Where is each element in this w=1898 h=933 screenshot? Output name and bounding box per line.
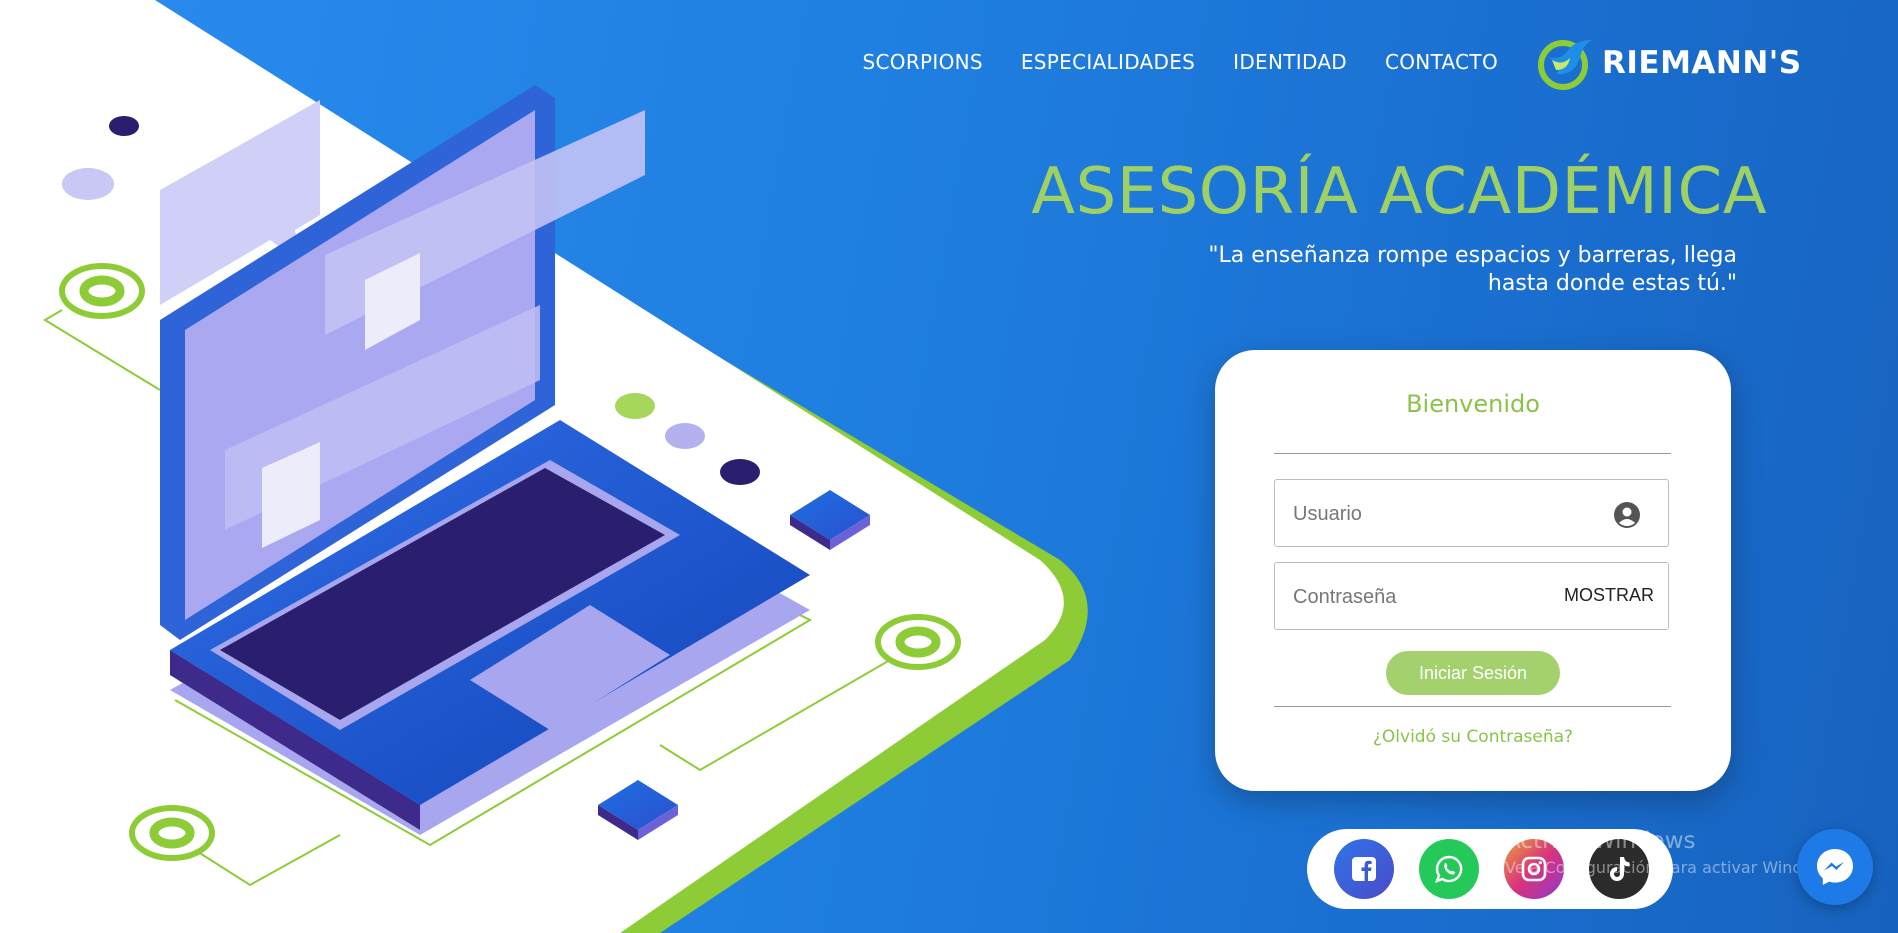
brand-name: RIEMANN'S [1602, 45, 1802, 81]
username-field[interactable] [1274, 479, 1669, 548]
messenger-chat-button[interactable] [1797, 829, 1873, 905]
username-input[interactable] [1291, 480, 1575, 548]
hero-quote-line-1: "La enseñanza rompe espacios y barreras,… [1208, 243, 1737, 268]
nav-link-especialidades[interactable]: ESPECIALIDADES [1021, 50, 1195, 74]
password-field[interactable]: MOSTRAR [1274, 562, 1669, 631]
hero-quote: "La enseñanza rompe espacios y barreras,… [1177, 242, 1737, 298]
nav-link-identidad[interactable]: IDENTIDAD [1233, 50, 1347, 74]
watermark-line-2: Ve a Configuración para activar Windows. [1505, 858, 1839, 877]
brand-logo[interactable]: RIEMANN'S [1538, 36, 1802, 90]
login-divider-top [1274, 453, 1671, 454]
windows-activation-watermark: Activar Windows Ve a Configuración para … [1505, 828, 1839, 877]
facebook-button[interactable] [1334, 839, 1394, 899]
forgot-password-link[interactable]: ¿Olvidó su Contraseña? [1215, 727, 1731, 747]
show-password-button[interactable]: MOSTRAR [1564, 585, 1654, 606]
login-submit-button[interactable]: Iniciar Sesión [1386, 651, 1560, 695]
nav-link-contacto[interactable]: CONTACTO [1385, 50, 1498, 74]
main-nav: SCORPIONS ESPECIALIDADES IDENTIDAD CONTA… [863, 50, 1498, 74]
laptop-illustration [0, 0, 1088, 933]
brand-bird-icon [1538, 40, 1592, 90]
whatsapp-icon [1434, 855, 1463, 884]
watermark-line-1: Activar Windows [1505, 828, 1696, 854]
whatsapp-button[interactable] [1419, 839, 1479, 899]
hero-title: ASESORÍA ACADÉMICA [1031, 155, 1767, 229]
user-circle-icon [1614, 502, 1640, 528]
login-title: Bienvenido [1406, 390, 1540, 418]
nav-link-scorpions[interactable]: SCORPIONS [863, 50, 983, 74]
messenger-icon [1817, 849, 1853, 885]
password-input[interactable] [1291, 563, 1575, 631]
login-card: Bienvenido MOSTRAR Iniciar Sesión ¿Olvid… [1215, 350, 1731, 791]
facebook-icon [1352, 857, 1376, 881]
login-divider-bottom [1274, 706, 1671, 707]
hero-quote-line-2: hasta donde estas tú." [1487, 271, 1737, 296]
